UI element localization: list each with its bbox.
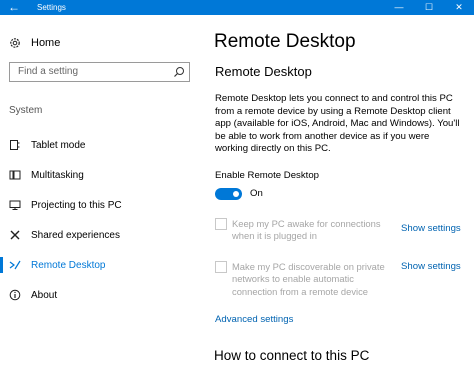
close-icon: ✕ [455,2,463,12]
discoverable-label: Make my PC discoverable on private netwo… [232,261,385,297]
title-bar: ← Settings — ☐ ✕ [0,0,474,15]
minimize-icon: — [394,2,404,12]
sidebar-item-tablet-mode[interactable]: Tablet mode [0,136,200,154]
search-icon [174,67,184,77]
sidebar-item-shared-experiences[interactable]: Shared experiences [0,226,200,244]
search-input[interactable]: Find a setting [9,62,190,82]
enable-remote-desktop-toggle[interactable] [215,188,242,200]
sidebar-item-projecting[interactable]: Projecting to this PC [0,196,200,214]
maximize-button[interactable]: ☐ [414,0,444,15]
close-button[interactable]: ✕ [444,0,474,15]
keep-awake-checkbox[interactable] [215,218,227,230]
back-arrow-icon: ← [8,0,20,14]
sidebar-item-about[interactable]: About [0,286,200,304]
section-title: Remote Desktop [215,64,312,79]
sidebar-item-label: About [31,289,58,301]
about-icon [8,288,22,302]
gear-icon [10,38,20,48]
shared-experiences-icon [8,228,22,242]
sidebar-item-label: Remote Desktop [31,259,106,271]
window-title: Settings [37,3,66,12]
nav-home[interactable]: Home [9,35,60,51]
keep-awake-label: Keep my PC awake for connections when it… [232,218,381,242]
show-settings-link-discoverable[interactable]: Show settings [401,261,461,272]
page-title: Remote Desktop [214,31,356,52]
sidebar-item-label: Shared experiences [31,229,120,241]
sidebar-item-remote-desktop[interactable]: Remote Desktop [0,256,200,274]
description-text: Remote Desktop lets you connect to and c… [215,93,460,155]
show-settings-link-awake[interactable]: Show settings [401,223,461,234]
maximize-icon: ☐ [424,2,434,12]
sidebar-item-label: Multitasking [31,169,84,181]
advanced-settings-link[interactable]: Advanced settings [215,314,293,325]
how-to-connect-heading: How to connect to this PC [214,348,370,363]
sidebar-item-label: Projecting to this PC [31,199,122,211]
minimize-button[interactable]: — [384,0,414,15]
tablet-mode-icon [8,138,22,152]
home-label: Home [31,37,61,49]
main-content: Remote Desktop Remote Desktop Remote Des… [200,15,474,382]
sidebar-item-label: Tablet mode [31,139,86,151]
sidebar-item-multitasking[interactable]: Multitasking [0,166,200,184]
remote-desktop-icon [8,258,22,272]
back-button[interactable]: ← [0,0,28,15]
toggle-knob [233,191,239,197]
enable-remote-desktop-label: Enable Remote Desktop [215,170,319,181]
sidebar: Home Find a setting System Tablet mode M… [0,15,200,382]
toggle-state-text: On [250,188,263,199]
section-label-system: System [9,105,43,116]
projecting-icon [8,198,22,212]
search-placeholder: Find a setting [18,66,79,77]
active-indicator [0,257,3,273]
discoverable-checkbox[interactable] [215,261,227,273]
multitasking-icon [8,168,22,182]
